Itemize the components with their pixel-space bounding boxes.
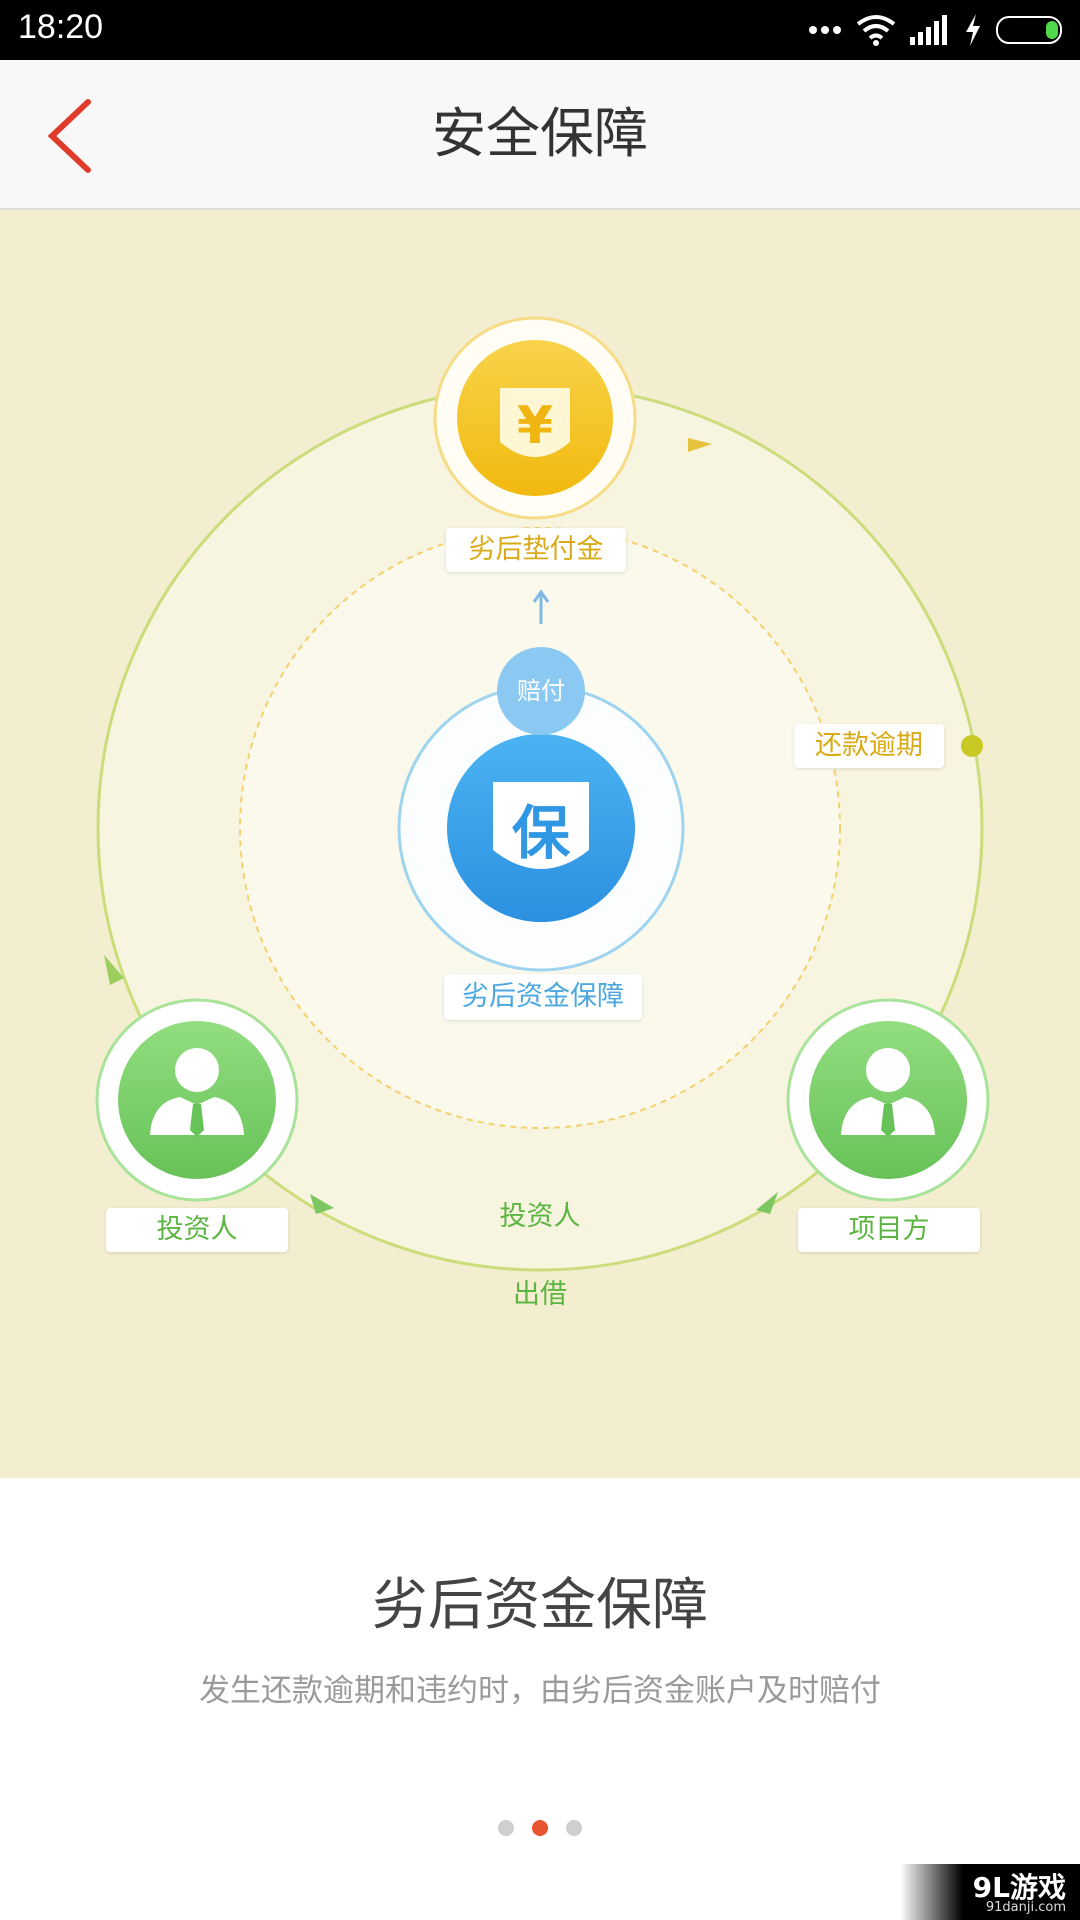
signal-icon — [910, 15, 947, 45]
status-bar: 18:20 — [0, 0, 1080, 60]
compensation-badge: 赔付 — [497, 647, 585, 735]
page-dot[interactable] — [566, 1820, 582, 1836]
investor-label: 投资人 — [106, 1208, 288, 1252]
page-indicator — [0, 1820, 1080, 1836]
section-description: 发生还款逾期和违约时，由劣后资金账户及时赔付 — [199, 1673, 881, 1709]
bao-icon: 保 — [512, 799, 571, 867]
flow-label-lend: 出借 — [513, 1279, 567, 1310]
page-title: 安全保障 — [432, 102, 648, 165]
watermark: 9L游戏 91danji.com — [900, 1864, 1080, 1920]
page-dot-active[interactable] — [532, 1820, 548, 1836]
page-dot[interactable] — [498, 1820, 514, 1836]
wifi-icon — [856, 15, 896, 46]
yen-icon: ¥ — [517, 396, 553, 456]
watermark-url: 91danji.com — [985, 1900, 1066, 1915]
flow-label-investor: 投资人 — [499, 1201, 581, 1232]
battery-icon — [996, 16, 1062, 44]
project-label: 项目方 — [798, 1208, 980, 1252]
subordinated-guarantee-label: 劣后资金保障 — [444, 974, 642, 1020]
section-title: 劣后资金保障 — [372, 1573, 708, 1638]
project-node — [809, 1021, 967, 1179]
overdue-label: 还款逾期 — [794, 724, 944, 768]
chevron-left-icon — [47, 99, 91, 173]
nav-bar: 安全保障 — [0, 60, 1080, 210]
security-illustration: ¥ 保 劣后垫付金 赔付 还款逾期 劣后资金保障 投资人 项目方 投资人 出借 — [0, 210, 1080, 1478]
overdue-dot — [961, 735, 983, 757]
more-dots-icon — [809, 26, 841, 34]
investor-node — [118, 1021, 276, 1179]
status-icons — [808, 10, 1066, 50]
charging-icon — [966, 14, 980, 46]
status-time: 18:20 — [18, 8, 104, 46]
guarantee-fund-label: 劣后垫付金 — [446, 528, 626, 572]
back-button[interactable] — [38, 96, 108, 176]
